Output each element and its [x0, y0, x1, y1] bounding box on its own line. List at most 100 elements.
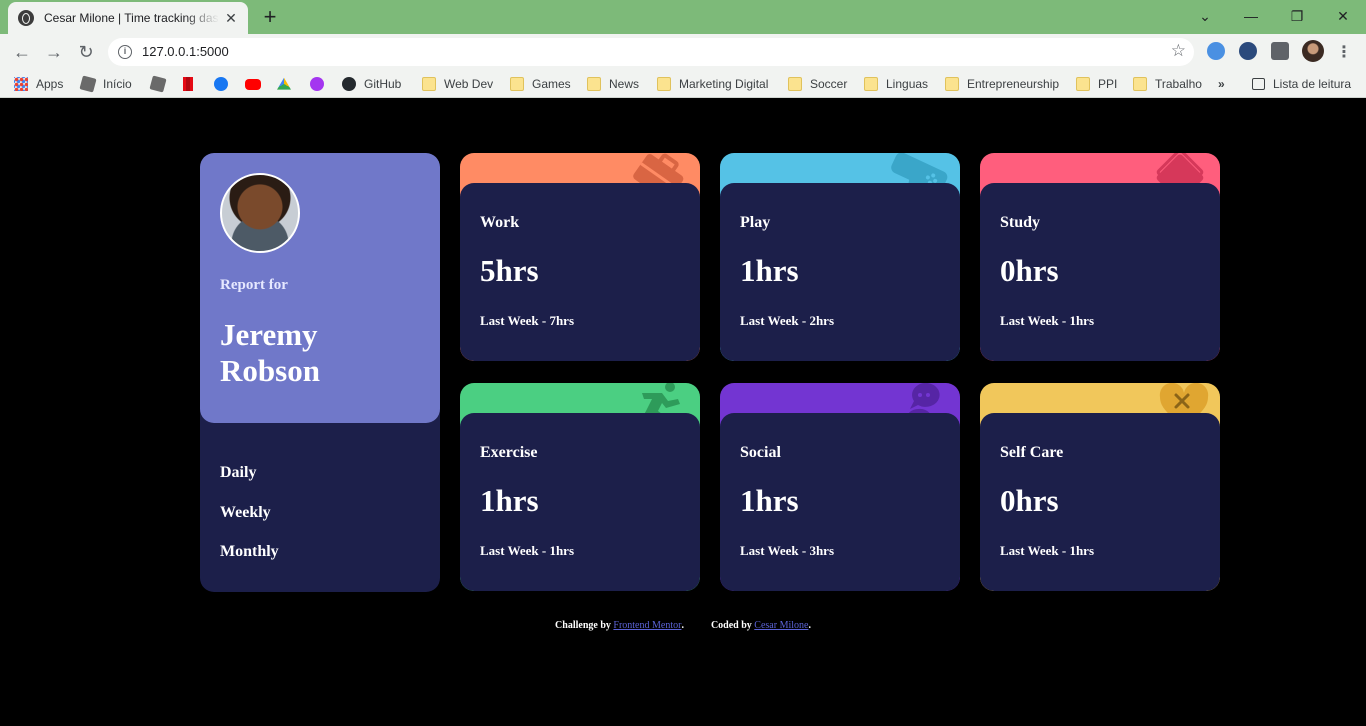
activity-card-self-care: Self Care 0hrs Last Week - 1hrs: [980, 383, 1220, 591]
bookmark-roblox[interactable]: [149, 75, 173, 93]
activity-title: Social: [740, 444, 781, 461]
activity-current-hours: 0hrs: [1000, 483, 1059, 518]
more-menu-icon[interactable]: ⋮: [1336, 42, 1352, 62]
activity-title: Work: [480, 214, 520, 231]
attribution-footer: Challenge by Frontend Mentor. Coded by C…: [0, 620, 1366, 631]
drive-icon: [277, 77, 291, 90]
youtube-icon: [245, 78, 261, 90]
activity-previous-hours: Last Week - 3hrs: [740, 543, 835, 558]
folder-icon: [864, 77, 878, 91]
footer-period: .: [808, 620, 811, 631]
reload-button[interactable]: ↻: [74, 40, 98, 64]
activity-card-social: Social 1hrs Last Week - 3hrs: [720, 383, 960, 591]
bookmark-soccer[interactable]: Soccer: [788, 75, 847, 93]
card-body[interactable]: Study 0hrs Last Week - 1hrs: [980, 183, 1220, 361]
extensions-puzzle-icon[interactable]: [1271, 42, 1289, 60]
bookmark-label: Lista de leitura: [1273, 77, 1352, 91]
activity-current-hours: 1hrs: [740, 483, 799, 518]
bookmark-inicio[interactable]: Início: [79, 75, 132, 93]
bookmark-marketing[interactable]: Marketing Digital: [657, 75, 768, 93]
facebook-icon: [214, 77, 228, 91]
bookmark-trabalho[interactable]: Trabalho: [1133, 75, 1202, 93]
profile-card: Report for Jeremy Robson Daily Weekly Mo…: [200, 153, 440, 592]
github-icon: [342, 77, 356, 91]
bookmark-entrepreneurship[interactable]: Entrepreneurship: [945, 75, 1059, 93]
author-link[interactable]: Cesar Milone: [754, 620, 808, 631]
address-bar[interactable]: i 127.0.0.1:5000 ☆: [108, 38, 1194, 66]
period-monthly[interactable]: Monthly: [220, 543, 279, 561]
browser-tab[interactable]: Cesar Milone | Time tracking dashboard ✕: [8, 2, 248, 34]
bookmark-webdev[interactable]: Web Dev: [422, 75, 493, 93]
card-body[interactable]: Work 5hrs Last Week - 7hrs: [460, 183, 700, 361]
activity-card-exercise: Exercise 1hrs Last Week - 1hrs: [460, 383, 700, 591]
close-window-button[interactable]: ✕: [1330, 4, 1356, 28]
user-name: Jeremy Robson: [220, 317, 320, 388]
folder-icon: [1133, 77, 1147, 91]
tab-title: Cesar Milone | Time tracking dashboard: [44, 11, 219, 25]
reading-list-button[interactable]: Lista de leitura: [1252, 75, 1351, 93]
activity-current-hours: 1hrs: [740, 253, 799, 288]
folder-icon: [657, 77, 671, 91]
report-label: Report for: [220, 277, 288, 293]
restore-button[interactable]: ❐: [1284, 4, 1310, 28]
bookmark-facebook[interactable]: [214, 75, 236, 93]
tab-search-icon[interactable]: ⌄: [1192, 4, 1218, 28]
activity-title: Study: [1000, 214, 1041, 231]
activity-current-hours: 1hrs: [480, 483, 539, 518]
bookmarks-overflow-button[interactable]: »: [1218, 75, 1225, 93]
card-body[interactable]: Self Care 0hrs Last Week - 1hrs: [980, 413, 1220, 591]
new-tab-button[interactable]: +: [258, 5, 282, 29]
page-content: Report for Jeremy Robson Daily Weekly Mo…: [0, 98, 1366, 726]
activity-previous-hours: Last Week - 1hrs: [480, 543, 575, 558]
folder-icon: [1076, 77, 1090, 91]
bookmark-udemy[interactable]: [310, 75, 332, 93]
bookmark-label: Entrepreneurship: [967, 77, 1060, 91]
back-button[interactable]: ←: [10, 40, 34, 64]
folder-icon: [422, 77, 436, 91]
bookmark-games[interactable]: Games: [510, 75, 571, 93]
bookmark-drive[interactable]: [277, 75, 299, 93]
bookmark-linguas[interactable]: Linguas: [864, 75, 928, 93]
bookmark-star-icon[interactable]: ☆: [1171, 41, 1186, 61]
activity-title: Exercise: [480, 444, 538, 461]
site-info-icon[interactable]: i: [118, 45, 132, 59]
tab-strip: Cesar Milone | Time tracking dashboard ✕…: [0, 0, 1366, 34]
netflix-icon: [183, 77, 193, 91]
activity-card-play: Play 1hrs Last Week - 2hrs: [720, 153, 960, 361]
footer-period: .: [681, 620, 684, 631]
coded-by-text: Coded by: [710, 620, 752, 631]
bookmark-news[interactable]: News: [587, 75, 639, 93]
activity-title: Self Care: [1000, 444, 1064, 461]
apps-grid-icon: [14, 77, 28, 91]
minimize-button[interactable]: —: [1238, 4, 1264, 28]
bookmark-youtube[interactable]: [245, 75, 269, 93]
forward-button[interactable]: →: [42, 40, 66, 64]
activity-previous-hours: Last Week - 7hrs: [480, 313, 575, 328]
period-weekly[interactable]: Weekly: [220, 504, 271, 522]
bookmark-label: Apps: [36, 77, 64, 91]
bookmark-label: PPI: [1098, 77, 1118, 91]
udemy-icon: [310, 77, 324, 91]
card-body[interactable]: Play 1hrs Last Week - 2hrs: [720, 183, 960, 361]
bookmark-label: Games: [532, 77, 571, 91]
frontend-mentor-link[interactable]: Frontend Mentor: [613, 620, 681, 631]
activity-card-work: Work 5hrs Last Week - 7hrs: [460, 153, 700, 361]
folder-icon: [587, 77, 601, 91]
profile-header: Report for Jeremy Robson: [200, 153, 440, 423]
bookmark-github[interactable]: GitHub: [342, 75, 401, 93]
bookmark-apps[interactable]: Apps: [14, 75, 63, 93]
close-tab-icon[interactable]: ✕: [222, 9, 240, 27]
bookmark-ppi[interactable]: PPI: [1076, 75, 1117, 93]
bookmark-netflix[interactable]: [183, 75, 201, 93]
folder-icon: [788, 77, 802, 91]
cloud-extension-icon[interactable]: [1207, 42, 1225, 60]
period-daily[interactable]: Daily: [220, 464, 256, 482]
activity-current-hours: 5hrs: [480, 253, 539, 288]
bookmark-label: Trabalho: [1155, 77, 1202, 91]
card-body[interactable]: Social 1hrs Last Week - 3hrs: [720, 413, 960, 591]
card-body[interactable]: Exercise 1hrs Last Week - 1hrs: [460, 413, 700, 591]
roblox-icon: [149, 75, 167, 93]
grammarly-extension-icon[interactable]: [1239, 42, 1257, 60]
bookmark-label: Início: [103, 77, 132, 91]
profile-avatar-icon[interactable]: [1302, 40, 1324, 62]
